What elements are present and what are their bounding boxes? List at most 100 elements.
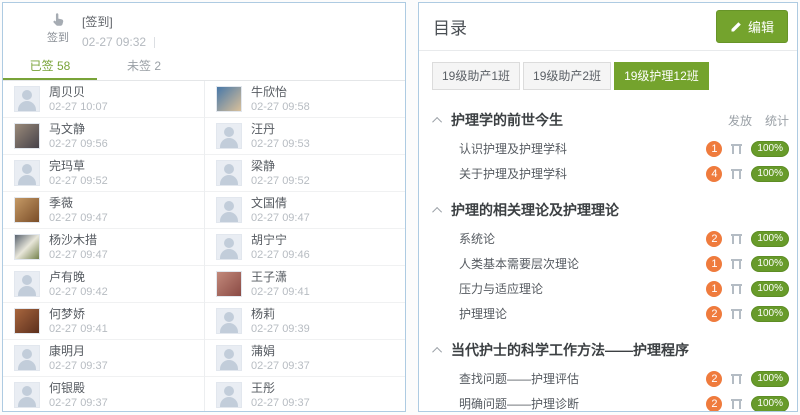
stats-chart-icon[interactable]	[731, 284, 742, 294]
signin-tab[interactable]: 未签 2	[97, 54, 191, 80]
item-badges: 1 100%	[706, 256, 789, 272]
student-text: 杨沙木措 02-27 09:47	[49, 233, 108, 262]
toc-section: 护理的相关理论及护理理论 系统论 2 100% 人类基本需要层次理论 1 100…	[433, 200, 789, 326]
signin-tab-count: 2	[154, 59, 161, 73]
stats-chart-icon[interactable]	[731, 374, 742, 384]
student-row: 完玛草 02-27 09:52	[3, 155, 204, 192]
item-badges: 2 100%	[706, 306, 789, 322]
distribute-count-badge: 2	[706, 396, 722, 412]
signin-panel: 签到 [签到] 02-27 09:32 已签 58 未签 2 周贝贝 02-27…	[2, 2, 406, 412]
collapse-caret-icon[interactable]	[432, 346, 442, 356]
percent-badge: 100%	[751, 166, 789, 182]
avatar	[216, 308, 242, 334]
student-name: 汪丹	[251, 122, 310, 136]
item-badges: 1 100%	[706, 141, 789, 157]
toc-item[interactable]: 系统论 2 100%	[459, 226, 789, 251]
signin-tab[interactable]: 已签 58	[3, 54, 97, 80]
student-column-right: 牛欣怡 02-27 09:58 汪丹 02-27 09:53 梁静 02-27 …	[204, 81, 405, 412]
percent-badge: 100%	[751, 371, 789, 387]
student-row: 汪丹 02-27 09:53	[205, 118, 405, 155]
edit-button[interactable]: 编辑	[716, 10, 788, 43]
avatar	[14, 345, 40, 371]
item-badges: 2 100%	[706, 231, 789, 247]
student-name: 杨莉	[251, 307, 310, 321]
student-row: 季薇 02-27 09:47	[3, 192, 204, 229]
signin-title: [签到]	[82, 12, 155, 30]
toc-item[interactable]: 认识护理及护理学科 1 100%	[459, 136, 789, 161]
signin-time: 02-27 09:32	[82, 35, 155, 49]
collapse-caret-icon[interactable]	[432, 116, 442, 126]
toc-item[interactable]: 压力与适应理论 1 100%	[459, 276, 789, 301]
student-row: 马文静 02-27 09:56	[3, 118, 204, 155]
percent-badge: 100%	[751, 256, 789, 272]
stats-chart-icon[interactable]	[731, 259, 742, 269]
student-row: 王子潇 02-27 09:41	[205, 266, 405, 303]
avatar	[14, 382, 40, 408]
avatar	[14, 271, 40, 297]
student-grid: 周贝贝 02-27 10:07 马文静 02-27 09:56 完玛草 02-2…	[3, 81, 405, 412]
signin-icon-label: 签到	[47, 29, 69, 45]
student-name: 文国倩	[251, 196, 310, 210]
stats-chart-icon[interactable]	[731, 399, 742, 409]
lesson-title: 认识护理及护理学科	[459, 140, 567, 157]
column-header-distribute: 发放	[728, 112, 752, 129]
section-items: 查找问题——护理评估 2 100% 明确问题——护理诊断 2 100% 解决问题…	[433, 366, 789, 412]
student-text: 完玛草 02-27 09:52	[49, 159, 108, 188]
student-signin-time: 02-27 09:37	[251, 360, 310, 373]
screen: 签到 [签到] 02-27 09:32 已签 58 未签 2 周贝贝 02-27…	[0, 0, 800, 415]
toc-item[interactable]: 关于护理及护理学科 4 100%	[459, 161, 789, 186]
section-title: 护理学的前世今生	[451, 110, 563, 130]
avatar	[216, 234, 242, 260]
student-text: 何银殿 02-27 09:37	[49, 381, 108, 410]
avatar	[216, 86, 242, 112]
toc-item[interactable]: 护理理论 2 100%	[459, 301, 789, 326]
item-badges: 2 100%	[706, 396, 789, 412]
stats-chart-icon[interactable]	[731, 144, 742, 154]
lesson-title: 系统论	[459, 230, 495, 247]
student-signin-time: 02-27 10:07	[49, 101, 108, 114]
percent-badge: 100%	[751, 306, 789, 322]
student-signin-time: 02-27 09:41	[251, 286, 310, 299]
class-tabs: 19级助产1班 19级助产2班 19级护理12班	[419, 51, 797, 94]
student-row: 杨莉 02-27 09:39	[205, 303, 405, 340]
student-signin-time: 02-27 09:56	[49, 138, 108, 151]
student-signin-time: 02-27 09:37	[251, 397, 310, 410]
distribute-count-badge: 4	[706, 166, 722, 182]
edit-button-label: 编辑	[748, 17, 774, 36]
collapse-caret-icon[interactable]	[432, 206, 442, 216]
class-tab[interactable]: 19级护理12班	[614, 62, 709, 90]
student-signin-time: 02-27 09:39	[251, 323, 310, 336]
toc-item[interactable]: 查找问题——护理评估 2 100%	[459, 366, 789, 391]
student-row: 文国倩 02-27 09:47	[205, 192, 405, 229]
toc-header: 目录 编辑	[419, 3, 797, 51]
student-signin-time: 02-27 09:52	[49, 175, 108, 188]
signin-tab-label: 已签	[30, 59, 54, 73]
distribute-count-badge: 1	[706, 281, 722, 297]
stats-chart-icon[interactable]	[731, 169, 742, 179]
item-badges: 1 100%	[706, 281, 789, 297]
student-text: 文国倩 02-27 09:47	[251, 196, 310, 225]
section-header: 护理的相关理论及护理理论	[433, 200, 789, 220]
signin-title-block: [签到] 02-27 09:32	[82, 12, 155, 49]
stats-chart-icon[interactable]	[731, 309, 742, 319]
class-tab[interactable]: 19级助产2班	[523, 62, 611, 90]
section-items: 认识护理及护理学科 1 100% 关于护理及护理学科 4 100%	[433, 136, 789, 186]
toc-item[interactable]: 人类基本需要层次理论 1 100%	[459, 251, 789, 276]
student-row: 胡宁宁 02-27 09:46	[205, 229, 405, 266]
student-text: 杨莉 02-27 09:39	[251, 307, 310, 336]
student-name: 卢有晚	[49, 270, 108, 284]
student-text: 康明月 02-27 09:37	[49, 344, 108, 373]
student-row: 康明月 02-27 09:37	[3, 340, 204, 377]
class-tab[interactable]: 19级助产1班	[432, 62, 520, 90]
toc-item[interactable]: 明确问题——护理诊断 2 100%	[459, 391, 789, 412]
stats-chart-icon[interactable]	[731, 234, 742, 244]
student-text: 何梦娇 02-27 09:41	[49, 307, 108, 336]
pencil-icon	[730, 21, 742, 33]
student-signin-time: 02-27 09:37	[49, 397, 108, 410]
hand-point-icon	[51, 12, 66, 27]
student-row: 王彤 02-27 09:37	[205, 377, 405, 412]
student-text: 汪丹 02-27 09:53	[251, 122, 310, 151]
student-name: 周贝贝	[49, 85, 108, 99]
avatar	[216, 160, 242, 186]
student-name: 胡宁宁	[251, 233, 310, 247]
